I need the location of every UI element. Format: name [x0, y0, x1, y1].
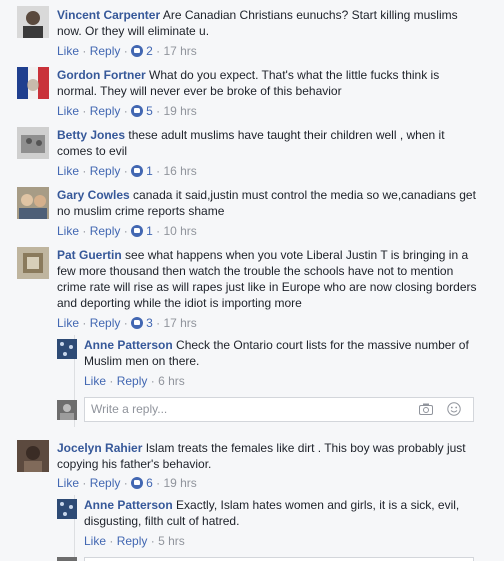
avatar[interactable]	[57, 499, 77, 519]
comment-author[interactable]: Jocelyn Rahier	[57, 441, 142, 455]
comment-actions: Like · Reply · 2 · 17 hrs	[57, 44, 197, 58]
comment-time[interactable]: 10 hrs	[163, 224, 196, 238]
reply-time[interactable]: 6 hrs	[158, 374, 185, 388]
comment-time[interactable]: 17 hrs	[163, 316, 196, 330]
like-count-icon	[131, 165, 144, 177]
reply-link[interactable]: Reply	[117, 374, 148, 388]
comment-author[interactable]: Betty Jones	[57, 128, 125, 142]
like-count-icon	[131, 477, 144, 489]
reply-link[interactable]: Reply	[90, 164, 121, 178]
reply-composer[interactable]	[84, 397, 474, 422]
comment-actions: Like · Reply · 5 · 19 hrs	[57, 104, 197, 118]
avatar[interactable]	[17, 440, 49, 472]
like-link[interactable]: Like	[84, 534, 106, 548]
like-count-icon	[131, 317, 144, 329]
reply-composer[interactable]	[84, 557, 474, 561]
comment-actions: Like · Reply · 1 · 16 hrs	[57, 164, 197, 178]
like-count[interactable]: 1	[146, 164, 153, 178]
current-user-avatar	[57, 557, 77, 561]
avatar[interactable]	[57, 339, 77, 359]
reply-link[interactable]: Reply	[90, 476, 121, 490]
comment-author[interactable]: Pat Guertin	[57, 248, 122, 262]
avatar[interactable]	[17, 6, 49, 38]
reply-time[interactable]: 5 hrs	[158, 534, 185, 548]
like-count[interactable]: 6	[146, 476, 153, 490]
reply-input[interactable]	[85, 398, 397, 420]
comment-actions: Like · Reply · 3 · 17 hrs	[57, 316, 197, 330]
like-count[interactable]: 5	[146, 104, 153, 118]
comment-author[interactable]: Gary Cowles	[57, 188, 130, 202]
emoji-icon[interactable]	[447, 402, 461, 419]
like-link[interactable]: Like	[57, 316, 79, 330]
avatar[interactable]	[17, 187, 49, 219]
like-count-icon	[131, 45, 144, 57]
avatar[interactable]	[17, 247, 49, 279]
reply-actions: Like · Reply · 6 hrs	[84, 374, 185, 388]
reply-link[interactable]: Reply	[90, 316, 121, 330]
comment-time[interactable]: 19 hrs	[163, 476, 196, 490]
like-link[interactable]: Like	[57, 44, 79, 58]
reply-link[interactable]: Reply	[90, 44, 121, 58]
reply-author[interactable]: Anne Patterson	[84, 338, 173, 352]
comment-time[interactable]: 16 hrs	[163, 164, 196, 178]
reply-link[interactable]: Reply	[90, 104, 121, 118]
reply-actions: Like · Reply · 5 hrs	[84, 534, 185, 548]
like-count[interactable]: 2	[146, 44, 153, 58]
like-count-icon	[131, 105, 144, 117]
like-link[interactable]: Like	[57, 476, 79, 490]
comment-actions: Like · Reply · 1 · 10 hrs	[57, 224, 197, 238]
comment-time[interactable]: 17 hrs	[163, 44, 196, 58]
reply-link[interactable]: Reply	[117, 534, 148, 548]
reply-author[interactable]: Anne Patterson	[84, 498, 173, 512]
comment-time[interactable]: 19 hrs	[163, 104, 196, 118]
avatar[interactable]	[17, 67, 49, 99]
comment-author[interactable]: Vincent Carpenter	[57, 8, 160, 22]
comment-actions: Like · Reply · 6 · 19 hrs	[57, 476, 197, 490]
like-link[interactable]: Like	[57, 224, 79, 238]
current-user-avatar	[57, 400, 77, 420]
like-count[interactable]: 1	[146, 224, 153, 238]
like-link[interactable]: Like	[57, 164, 79, 178]
like-count[interactable]: 3	[146, 316, 153, 330]
camera-icon[interactable]	[419, 403, 433, 418]
comment-author[interactable]: Gordon Fortner	[57, 68, 146, 82]
like-count-icon	[131, 225, 144, 237]
like-link[interactable]: Like	[84, 374, 106, 388]
avatar[interactable]	[17, 127, 49, 159]
reply-link[interactable]: Reply	[90, 224, 121, 238]
like-link[interactable]: Like	[57, 104, 79, 118]
